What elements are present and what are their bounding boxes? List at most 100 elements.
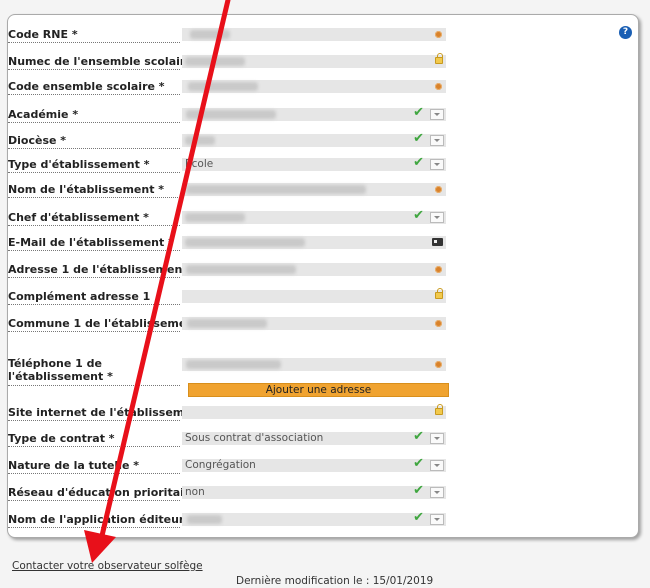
label-underline — [8, 527, 180, 528]
label-underline — [8, 197, 180, 198]
chevron-down-icon[interactable] — [430, 135, 444, 146]
field-label: Numec de l'ensemble scolaire — [8, 55, 193, 68]
checkmark-icon: ✔ — [413, 131, 424, 146]
chevron-down-icon[interactable] — [430, 109, 444, 120]
field-label: Téléphone 1 de l'établissement * — [8, 357, 113, 383]
orange-dot-icon — [435, 361, 442, 368]
checkmark-icon: ✔ — [413, 208, 424, 223]
select-field[interactable]: Sous contrat d'association ✔ — [182, 429, 446, 445]
redacted-value — [185, 136, 215, 145]
label-underline — [8, 385, 180, 386]
field-label: Réseau d'éducation prioritaire * — [8, 486, 207, 499]
field-label: E-Mail de l'établissement * — [8, 236, 174, 249]
redacted-value — [185, 238, 305, 247]
field-label: Nom de l'établissement * — [8, 183, 165, 196]
select-field[interactable]: ✔ — [182, 105, 446, 121]
label-underline — [8, 148, 180, 149]
chevron-down-icon[interactable] — [430, 514, 444, 525]
field-label: Académie * — [8, 108, 79, 121]
checkmark-icon: ✔ — [413, 155, 424, 170]
redacted-value — [190, 30, 230, 39]
field-label: Nom de l'application éditeur * — [8, 513, 194, 526]
label-underline — [8, 42, 180, 43]
field-value: Congrégation — [185, 459, 256, 471]
text-field[interactable] — [182, 53, 446, 68]
text-field[interactable] — [182, 404, 446, 419]
field-value: non — [185, 486, 205, 498]
text-field[interactable] — [182, 317, 446, 330]
text-field[interactable] — [182, 28, 446, 41]
orange-dot-icon — [435, 83, 442, 90]
chevron-down-icon[interactable] — [430, 212, 444, 223]
contact-card-icon — [432, 238, 443, 246]
help-icon[interactable]: ? — [619, 26, 632, 39]
redacted-value — [185, 213, 245, 222]
orange-dot-icon — [435, 266, 442, 273]
last-modified-date: Dernière modification le : 15/01/2019 — [236, 575, 434, 587]
redacted-value — [188, 82, 258, 91]
label-underline — [8, 225, 180, 226]
chevron-down-icon[interactable] — [430, 433, 444, 444]
redacted-value — [185, 57, 245, 66]
redacted-value — [186, 265, 296, 274]
text-field[interactable] — [182, 288, 446, 303]
orange-dot-icon — [435, 186, 442, 193]
text-field[interactable] — [182, 263, 446, 276]
field-label: Chef d'établissement * — [8, 211, 149, 224]
checkmark-icon: ✔ — [413, 510, 424, 525]
field-label: Type d'établissement * — [8, 158, 150, 171]
chevron-down-icon[interactable] — [430, 159, 444, 170]
field-label: Commune 1 de l'établissement * — [8, 317, 209, 330]
select-field[interactable]: non ✔ — [182, 483, 446, 499]
field-value: Ecole — [185, 158, 214, 170]
field-label: Type de contrat * — [8, 432, 115, 445]
label-underline — [8, 500, 180, 501]
lock-icon — [435, 288, 443, 299]
label-underline — [8, 250, 180, 251]
checkmark-icon: ✔ — [413, 483, 424, 498]
redacted-value — [186, 360, 281, 369]
field-value: Sous contrat d'association — [185, 432, 324, 444]
select-field[interactable]: ✔ — [182, 208, 446, 224]
label-underline — [8, 94, 180, 95]
field-label: Complément adresse 1 — [8, 290, 151, 303]
text-field[interactable] — [182, 358, 446, 371]
label-underline — [8, 420, 180, 421]
lock-icon — [435, 404, 443, 415]
checkmark-icon: ✔ — [413, 429, 424, 444]
text-field[interactable] — [182, 236, 446, 249]
label-underline — [8, 172, 180, 173]
field-label: Diocèse * — [8, 134, 67, 147]
field-label: Adresse 1 de l'établissement * — [8, 263, 198, 276]
label-underline — [8, 122, 180, 123]
field-label: Site internet de l'établissement — [8, 406, 205, 419]
add-address-button[interactable]: Ajouter une adresse — [188, 383, 449, 397]
chevron-down-icon[interactable] — [430, 487, 444, 498]
chevron-down-icon[interactable] — [430, 460, 444, 471]
checkmark-icon: ✔ — [413, 105, 424, 120]
checkmark-icon: ✔ — [413, 456, 424, 471]
field-label: Code RNE * — [8, 28, 78, 41]
redacted-value — [187, 515, 222, 524]
label-underline — [8, 277, 180, 278]
redacted-value — [187, 319, 267, 328]
orange-dot-icon — [435, 31, 442, 38]
field-label: Nature de la tutelle * — [8, 459, 140, 472]
text-field[interactable] — [182, 80, 446, 93]
label-underline — [8, 473, 180, 474]
lock-icon — [435, 53, 443, 64]
label-underline — [8, 331, 180, 332]
select-field[interactable]: ✔ — [182, 510, 446, 526]
redacted-value — [186, 110, 276, 119]
label-underline — [8, 304, 180, 305]
contact-observer-link[interactable]: Contacter votre observateur solfège — [12, 560, 203, 572]
label-underline — [8, 446, 180, 447]
select-field[interactable]: ✔ — [182, 131, 446, 147]
orange-dot-icon — [435, 320, 442, 327]
redacted-value — [186, 185, 366, 194]
field-label: Code ensemble scolaire * — [8, 80, 165, 93]
label-underline — [8, 69, 180, 70]
select-field[interactable]: Ecole ✔ — [182, 155, 446, 171]
text-field[interactable] — [182, 183, 446, 196]
select-field[interactable]: Congrégation ✔ — [182, 456, 446, 472]
